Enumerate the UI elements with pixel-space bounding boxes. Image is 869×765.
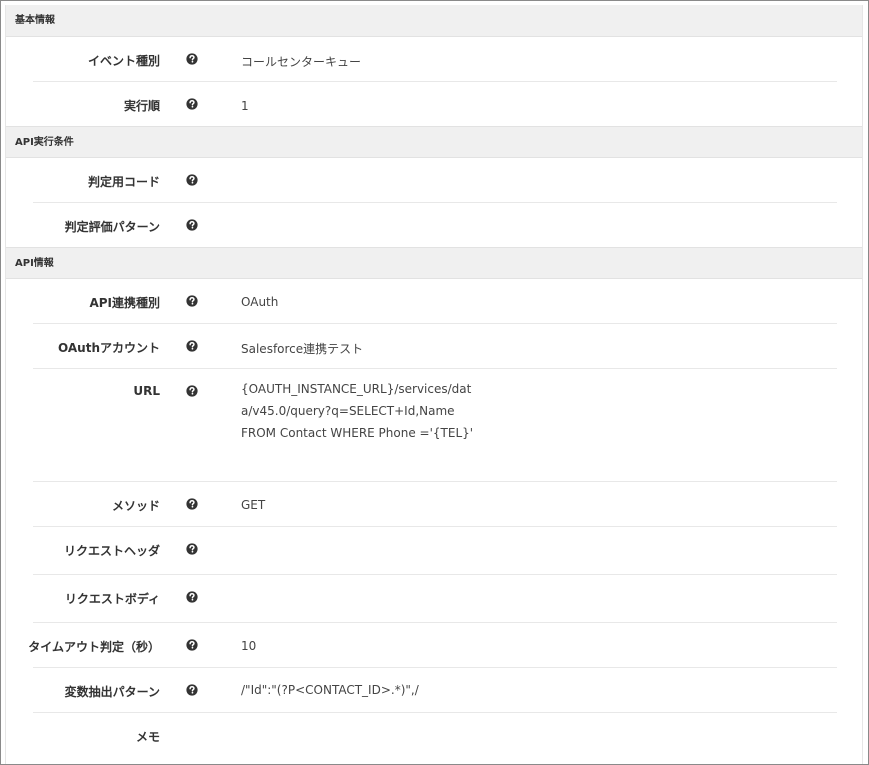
field-label: メソッド [111,499,160,513]
field-label: リクエストヘッダ [63,544,160,558]
field-value: Salesforce連携テスト [241,342,364,356]
field-row-timeout: タイムアウト判定（秒） 10 [28,623,837,668]
field-label: API連携種別 [89,296,160,310]
field-row-url: URL {OAUTH_INSTANCE_URL}/services/dat a/… [33,369,837,482]
field-value: OAuth [241,295,279,309]
help-icon[interactable] [186,340,198,352]
field-value: 10 [241,639,257,653]
field-row-judge-code: 判定用コード [33,158,837,203]
help-icon[interactable] [186,295,198,307]
field-label: リクエストボディ [64,592,160,606]
field-row-request-header: リクエストヘッダ [33,527,837,575]
field-label: メモ [135,730,160,744]
help-icon[interactable] [186,219,198,231]
field-row-memo: メモ [33,713,837,757]
field-value: コールセンターキュー [241,55,362,69]
field-row-request-body: リクエストボディ [33,575,837,623]
field-value: /"Id":"(?P<CONTACT_ID>.*)",/ [241,683,419,697]
field-label: タイムアウト判定（秒） [28,640,160,654]
help-icon[interactable] [186,498,198,510]
url-line: a/v45.0/query?q=SELECT+Id,Name [241,404,455,418]
field-label: 実行順 [123,99,160,113]
section-header-api-condition: API実行条件 [6,126,862,158]
help-icon[interactable] [186,684,198,696]
settings-panel: 基本情報 イベント種別 コールセンターキュー 実行順 1 API実行条件 判定用… [0,0,869,765]
settings-detail: 基本情報 イベント種別 コールセンターキュー 実行順 1 API実行条件 判定用… [5,5,863,764]
field-label: 変数抽出パターン [64,685,160,699]
field-value: GET [241,498,266,512]
section-header-api-info: API情報 [6,247,862,279]
field-label: 判定評価パターン [64,220,160,234]
help-icon[interactable] [186,98,198,110]
url-value: {OAUTH_INSTANCE_URL}/services/dat a/v45.… [241,378,481,444]
field-label: 判定用コード [87,175,160,189]
field-label: OAuthアカウント [58,341,160,355]
field-row-judge-pattern: 判定評価パターン [33,203,837,247]
field-row-exec-order: 実行順 1 [33,82,837,126]
help-icon[interactable] [186,639,198,651]
field-row-api-type: API連携種別 OAuth [33,279,837,324]
field-label: URL [133,384,160,398]
url-line: {OAUTH_INSTANCE_URL}/services/dat [241,382,472,396]
field-row-event-type: イベント種別 コールセンターキュー [33,37,837,82]
help-icon[interactable] [186,591,198,603]
help-icon[interactable] [186,543,198,555]
field-label: イベント種別 [87,54,160,68]
field-row-var-pattern: 変数抽出パターン /"Id":"(?P<CONTACT_ID>.*)",/ [33,668,837,713]
help-icon[interactable] [186,53,198,65]
section-header-basic: 基本情報 [6,5,862,37]
field-row-method: メソッド GET [33,482,837,527]
field-row-oauth-account: OAuthアカウント Salesforce連携テスト [33,324,837,369]
field-value: 1 [241,99,249,113]
help-icon[interactable] [186,385,198,397]
url-line: FROM Contact WHERE Phone ='{TEL}' [241,426,474,440]
help-icon[interactable] [186,174,198,186]
